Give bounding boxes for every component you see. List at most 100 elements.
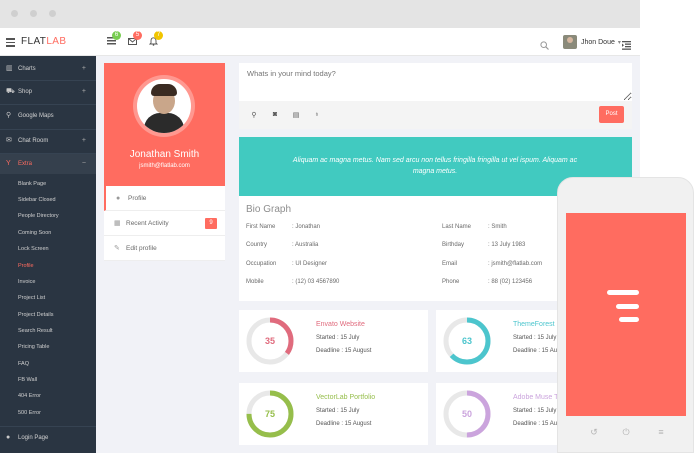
- sidebar-item-login[interactable]: ● Login Page: [0, 428, 96, 448]
- menu-icon[interactable]: ≡: [655, 427, 667, 437]
- calendar-icon: ▦: [114, 220, 121, 227]
- collapse-icon: −: [81, 160, 86, 167]
- comments-icon: ✉: [6, 137, 12, 144]
- project-card[interactable]: 75 VectorLab Portfolio Started : 15 July…: [239, 383, 428, 445]
- divider: [0, 426, 96, 427]
- profile-menu-label: Edit profile: [126, 245, 157, 252]
- status-input[interactable]: [239, 63, 632, 101]
- sidebar-item-extra[interactable]: Y Extra −: [0, 154, 96, 174]
- divider: [0, 104, 96, 105]
- window-dot[interactable]: [49, 10, 56, 17]
- project-started: Started : 15 July: [513, 335, 557, 341]
- bio-label: Birthday: [442, 242, 465, 248]
- user-dropdown[interactable]: Jhon Doue ▾: [563, 34, 621, 50]
- logo-main: FLAT: [21, 36, 47, 47]
- submenu-item[interactable]: Sidebar Closed: [18, 197, 56, 203]
- search-icon[interactable]: [540, 37, 549, 50]
- profile-email: jsmith@flatlab.com: [139, 163, 190, 169]
- bio-value: : UI Designer: [292, 261, 328, 267]
- submenu-item[interactable]: Search Result: [18, 328, 53, 334]
- profile-photo-ring: [133, 75, 195, 137]
- project-deadline: Deadline : 15 August: [316, 421, 372, 427]
- map-marker-icon[interactable]: ⚲: [250, 111, 258, 119]
- project-started: Started : 15 July: [316, 408, 360, 414]
- profile-menu-edit-profile[interactable]: ✎ Edit profile: [104, 236, 225, 261]
- project-started: Started : 15 July: [316, 335, 360, 341]
- divider: [0, 129, 96, 130]
- microphone-icon[interactable]: ♁: [313, 111, 321, 118]
- expand-icon: +: [81, 88, 86, 95]
- progress-value: 63: [461, 336, 472, 346]
- tasks-icon[interactable]: 6: [106, 31, 121, 47]
- user-icon: ●: [116, 195, 121, 202]
- expand-icon: +: [81, 137, 86, 144]
- submenu-item[interactable]: Project Details: [18, 312, 53, 318]
- bio-label: Country: [246, 242, 268, 248]
- sidebar-item-chat-room[interactable]: ✉ Chat Room +: [0, 131, 96, 151]
- project-card[interactable]: 35 Envato Website Started : 15 July Dead…: [239, 310, 428, 372]
- phone-logo-bar: [616, 304, 639, 309]
- submenu-item[interactable]: Project List: [18, 295, 45, 301]
- logo[interactable]: FLATLAB: [21, 36, 66, 47]
- chevron-down-icon: ▾: [617, 39, 621, 46]
- profile-menu-recent-activity[interactable]: ▦ Recent Activity 9: [104, 211, 225, 236]
- bio-label: First Name: [246, 224, 276, 230]
- progress-value: 50: [461, 409, 472, 419]
- profile-menu-label: Recent Activity: [126, 220, 169, 227]
- status-toolbar: ⚲ ◙ ▤ ♁ Post: [239, 101, 632, 129]
- bio-label: Mobile: [246, 279, 264, 285]
- profile-photo[interactable]: [137, 79, 191, 133]
- bio-value: : Smith: [488, 224, 507, 230]
- submenu-item[interactable]: People Directory: [18, 213, 59, 219]
- project-deadline: Deadline : 15 August: [316, 348, 372, 354]
- sidebar-item-shop[interactable]: ⛟ Shop +: [0, 82, 96, 102]
- profile-header: Jonathan Smith jsmith@flatlab.com: [104, 63, 225, 186]
- bio-value: : 88 (02) 123456: [488, 279, 533, 285]
- submenu-item[interactable]: Pricing Table: [18, 344, 49, 350]
- submenu-item[interactable]: FB Wall: [18, 377, 37, 383]
- film-icon[interactable]: ▤: [292, 111, 300, 119]
- expand-icon: +: [81, 65, 86, 72]
- submenu-item-active[interactable]: Profile: [18, 263, 34, 269]
- project-title[interactable]: VectorLab Portfolio: [316, 394, 375, 401]
- bio-label: Email: [442, 261, 458, 267]
- menu-toggle-icon[interactable]: [6, 38, 15, 49]
- camera-icon[interactable]: ◙: [271, 111, 279, 118]
- submenu-item[interactable]: Blank Page: [18, 181, 46, 187]
- bell-icon[interactable]: 7: [148, 31, 163, 47]
- post-button[interactable]: Post: [599, 106, 624, 123]
- profile-menu-profile[interactable]: ● Profile: [104, 186, 225, 211]
- submenu-item[interactable]: Lock Screen: [18, 246, 49, 252]
- window-dot[interactable]: [11, 10, 18, 17]
- user-name: Jhon Doue: [581, 38, 615, 46]
- sidebar-item-label: Google Maps: [18, 113, 54, 119]
- browser-chrome: [0, 0, 640, 28]
- mail-icon[interactable]: 5: [127, 31, 142, 47]
- glass-icon: Y: [6, 160, 11, 167]
- bio-label: Occupation: [246, 261, 277, 267]
- submenu-item[interactable]: Coming Soon: [18, 230, 51, 236]
- project-title[interactable]: Envato Website: [316, 321, 365, 328]
- screenshot-stage: FLATLAB 6 5 7 Jhon Doue ▾ ▥ Charts + ⛟ S…: [0, 0, 695, 453]
- sidebar-item-charts[interactable]: ▥ Charts +: [0, 59, 96, 79]
- status-composer: ⚲ ◙ ▤ ♁ Post: [239, 63, 632, 129]
- submenu-item[interactable]: Invoice: [18, 279, 35, 285]
- top-header: FLATLAB 6 5 7 Jhon Doue ▾: [0, 28, 640, 56]
- outdent-icon[interactable]: [622, 37, 631, 50]
- avatar: [563, 35, 577, 49]
- sidebar: ▥ Charts + ⛟ Shop + ⚲ Google Maps ✉ Chat…: [0, 56, 96, 453]
- sidebar-item-google-maps[interactable]: ⚲ Google Maps: [0, 106, 96, 126]
- window-dot[interactable]: [30, 10, 37, 17]
- home-icon[interactable]: ⏻: [620, 427, 632, 438]
- phone-screen: [566, 213, 686, 416]
- submenu-item[interactable]: FAQ: [18, 361, 29, 367]
- divider: [0, 80, 96, 81]
- edit-icon: ✎: [114, 245, 120, 252]
- browser-window: FLATLAB 6 5 7 Jhon Doue ▾ ▥ Charts + ⛟ S…: [0, 0, 640, 453]
- project-started: Started : 15 July: [513, 408, 557, 414]
- phone-mockup: ↺ ⏻ ≡: [557, 177, 694, 453]
- submenu-item[interactable]: 404 Error: [18, 393, 41, 399]
- submenu-item[interactable]: 500 Error: [18, 410, 41, 416]
- back-icon[interactable]: ↺: [588, 427, 600, 438]
- bio-value: : Australia: [292, 242, 319, 248]
